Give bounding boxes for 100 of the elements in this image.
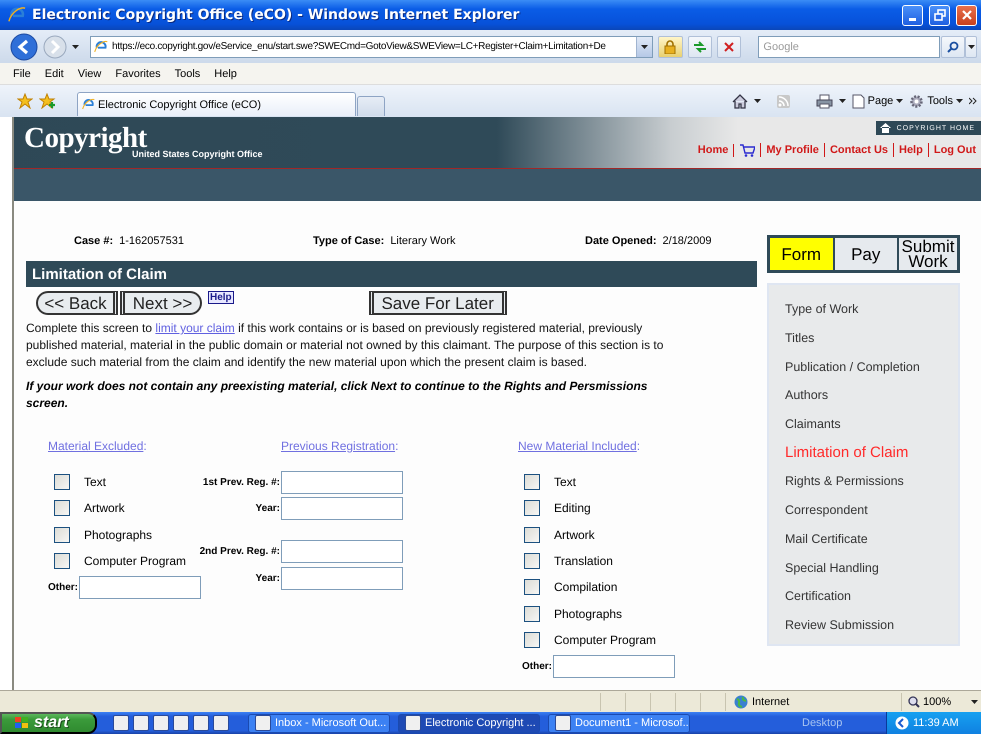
case-field-label: Date Opened: — [585, 235, 657, 249]
checkbox[interactable] — [524, 553, 540, 570]
minimize-button[interactable] — [902, 4, 923, 26]
checkbox[interactable] — [524, 500, 540, 516]
checkbox-label: Text — [84, 475, 106, 490]
security-zone-label: Internet — [752, 696, 790, 708]
header-link[interactable]: My Profile — [766, 144, 819, 156]
nav-item[interactable]: Rights & Permissions — [785, 474, 904, 488]
other-field[interactable] — [79, 576, 201, 600]
menu-item[interactable]: Edit — [38, 68, 71, 80]
checkbox[interactable] — [524, 579, 540, 596]
taskbar-button[interactable]: Inbox - Microsoft Out... — [248, 714, 390, 732]
favorites-star-icon[interactable] — [17, 93, 33, 109]
quick-launch-icon[interactable] — [213, 715, 229, 731]
nav-item[interactable]: Claimants — [785, 417, 841, 432]
quick-launch-icon[interactable] — [153, 715, 169, 731]
address-field[interactable]: https://eco.copyright.gov/eService_enu/start.swe?SWECmd=GotoView&SWEView=LC+Register+Claim+Limitation+De — [90, 36, 654, 58]
registration-field[interactable] — [281, 496, 403, 520]
help-button[interactable]: Help — [208, 291, 234, 304]
progress-tab[interactable]: Pay — [834, 238, 897, 270]
back-button[interactable] — [10, 32, 38, 60]
stop-button[interactable] — [717, 36, 742, 58]
field-label: 1st Prev. Reg. #: — [202, 476, 280, 488]
print-icon[interactable] — [816, 94, 833, 108]
zoom-button[interactable]: 100% — [901, 692, 978, 710]
checkbox[interactable] — [54, 526, 70, 543]
close-button[interactable] — [956, 4, 977, 26]
menu-item[interactable]: File — [6, 68, 38, 80]
search-button[interactable] — [940, 36, 966, 58]
quick-launch-icon[interactable] — [113, 715, 129, 731]
quick-launch-icon[interactable] — [193, 715, 209, 731]
checkbox-label: Computer Program — [84, 554, 186, 568]
nav-item[interactable]: Certification — [785, 589, 851, 604]
registration-field[interactable] — [281, 540, 403, 564]
security-lock-button[interactable] — [658, 36, 683, 58]
nav-item[interactable]: Special Handling — [785, 560, 879, 575]
nav-item[interactable]: Authors — [785, 388, 828, 402]
back-button[interactable]: << Back — [36, 291, 118, 315]
home-icon[interactable] — [732, 94, 748, 108]
close-icon — [960, 9, 972, 21]
other-field[interactable] — [553, 655, 675, 678]
registration-field[interactable] — [281, 470, 403, 494]
checkbox[interactable] — [54, 553, 70, 570]
checkbox-label: Artwork — [554, 528, 595, 542]
browser-tab[interactable]: Electronic Copyright Office (eCO) — [77, 92, 356, 116]
save-for-later-button[interactable]: Save For Later — [368, 291, 507, 315]
search-field[interactable]: Google — [758, 36, 940, 58]
cart-icon[interactable] — [739, 144, 756, 156]
caret-icon — [896, 99, 904, 103]
nav-item[interactable]: Titles — [785, 331, 814, 346]
checkbox[interactable] — [524, 632, 540, 648]
header-link[interactable]: Contact Us — [830, 144, 888, 156]
header-link[interactable]: Home — [698, 144, 728, 156]
tools-menu-button[interactable]: Tools — [909, 94, 963, 108]
case-field-label: Case #: — [74, 235, 114, 249]
taskbar-button[interactable]: Document1 - Microsof... — [548, 714, 690, 732]
checkbox-label: Artwork — [84, 501, 125, 516]
checkbox-label: Editing — [554, 501, 591, 516]
caret-icon — [956, 99, 963, 103]
nav-item[interactable]: Type of Work — [785, 302, 858, 316]
lock-icon — [664, 40, 676, 54]
ie-page-icon — [82, 98, 95, 111]
minimize-icon — [909, 18, 916, 20]
checkbox[interactable] — [54, 500, 70, 516]
gear-icon — [909, 94, 924, 108]
nav-item[interactable]: Correspondent — [785, 503, 868, 518]
quick-launch-icon[interactable] — [133, 715, 149, 731]
menu-item[interactable]: Help — [207, 68, 244, 80]
caret-icon — [838, 99, 846, 103]
add-favorite-icon[interactable] — [39, 93, 57, 109]
next-button[interactable]: Next >> — [120, 291, 202, 315]
nav-item[interactable]: Publication / Completion — [785, 360, 920, 374]
ie-logo-icon — [8, 6, 26, 24]
checkbox[interactable] — [524, 526, 540, 543]
section-heading-link[interactable]: Material Excluded: — [48, 439, 188, 469]
section-heading-link[interactable]: New Material Included: — [518, 439, 675, 469]
header-link[interactable]: Log Out — [934, 144, 976, 156]
header-link[interactable]: Help — [899, 144, 923, 156]
limit-claim-link[interactable]: limit your claim — [155, 321, 235, 335]
menu-item[interactable]: View — [70, 68, 108, 80]
quick-launch-icon[interactable] — [173, 715, 189, 731]
refresh-button[interactable] — [688, 36, 712, 58]
section-heading-link[interactable]: Previous Registration: — [281, 439, 413, 469]
progress-tab[interactable]: Submit Work — [899, 238, 957, 270]
checkbox[interactable] — [54, 474, 70, 490]
search-options-button[interactable] — [965, 36, 977, 58]
nav-item[interactable]: Mail Certificate — [785, 532, 868, 546]
registration-field[interactable] — [281, 566, 403, 590]
checkbox[interactable] — [524, 606, 540, 622]
nav-item[interactable]: Review Submission — [785, 618, 894, 632]
chevron-icon[interactable] — [969, 97, 977, 105]
start-button[interactable]: start — [0, 712, 97, 734]
restore-button[interactable] — [929, 4, 950, 26]
checkbox[interactable] — [524, 474, 540, 490]
tray-chevron-icon[interactable] — [895, 716, 909, 730]
taskbar-button[interactable]: Electronic Copyright ... — [398, 714, 540, 732]
menu-item[interactable]: Favorites — [108, 68, 168, 80]
menu-item[interactable]: Tools — [168, 68, 208, 80]
progress-tab[interactable]: Form — [770, 238, 832, 270]
page-menu-button[interactable]: Page — [852, 94, 904, 108]
